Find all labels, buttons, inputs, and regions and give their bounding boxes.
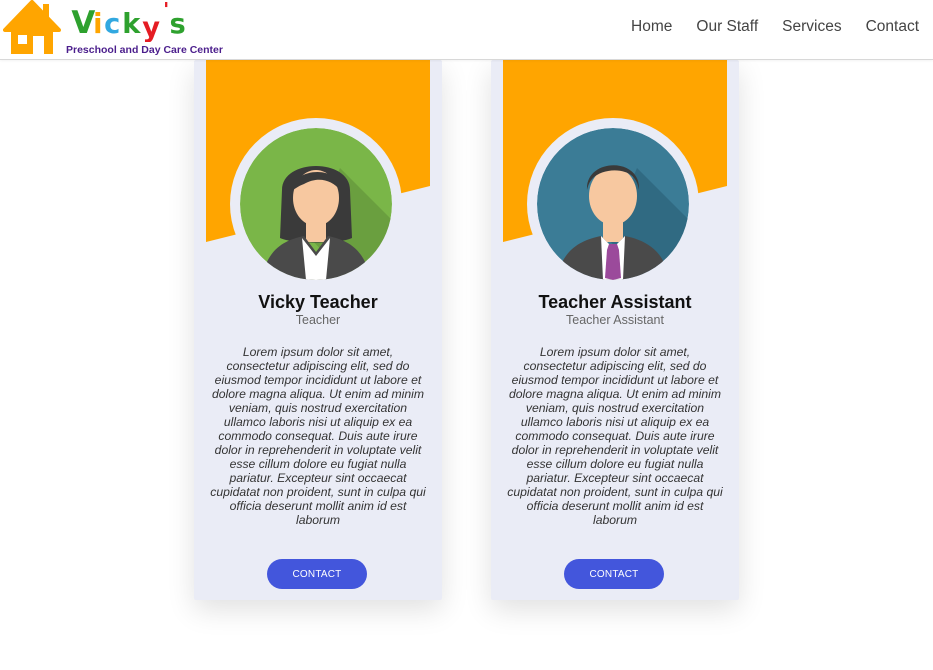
nav-our-staff-link[interactable]: Our Staff (696, 18, 758, 36)
svg-text:V: V (71, 5, 95, 41)
svg-text:y: y (142, 13, 160, 42)
svg-text:s: s (170, 9, 186, 40)
brand-wordmark: V i c k y ' s (71, 2, 186, 42)
nav-contact-link[interactable]: Contact (866, 18, 919, 36)
contact-button[interactable]: CONTACT (267, 559, 367, 589)
staff-role: Teacher Assistant (566, 313, 664, 327)
svg-text:c: c (104, 9, 120, 40)
staff-bio: Lorem ipsum dolor sit amet, consectetur … (210, 345, 426, 527)
staff-role: Teacher (295, 313, 341, 327)
avatar-frame (230, 118, 402, 290)
nav-home-link[interactable]: Home (631, 18, 672, 36)
svg-text:i: i (93, 9, 102, 40)
staff-name: Vicky Teacher (258, 292, 378, 312)
male-avatar-icon (537, 128, 689, 280)
nav-services-link[interactable]: Services (782, 18, 841, 36)
site-logo[interactable]: V i c k y ' s Preschool and Day Care Cen… (3, 0, 228, 58)
staff-name: Teacher Assistant (538, 292, 692, 312)
svg-text:': ' (163, 2, 169, 22)
top-navbar: V i c k y ' s Preschool and Day Care Cen… (0, 0, 933, 60)
house-icon (3, 0, 61, 54)
contact-button[interactable]: CONTACT (564, 559, 664, 589)
staff-card: Vicky Teacher Teacher Lorem ipsum dolor … (194, 60, 442, 600)
svg-text:k: k (122, 9, 141, 40)
female-avatar-icon (240, 128, 392, 280)
staff-card: Teacher Assistant Teacher Assistant Lore… (491, 60, 739, 600)
main-nav: Home Our Staff Services Contact (607, 18, 919, 36)
staff-bio: Lorem ipsum dolor sit amet, consectetur … (507, 345, 723, 527)
avatar-frame (527, 118, 699, 290)
brand-tagline: Preschool and Day Care Center (66, 44, 223, 56)
